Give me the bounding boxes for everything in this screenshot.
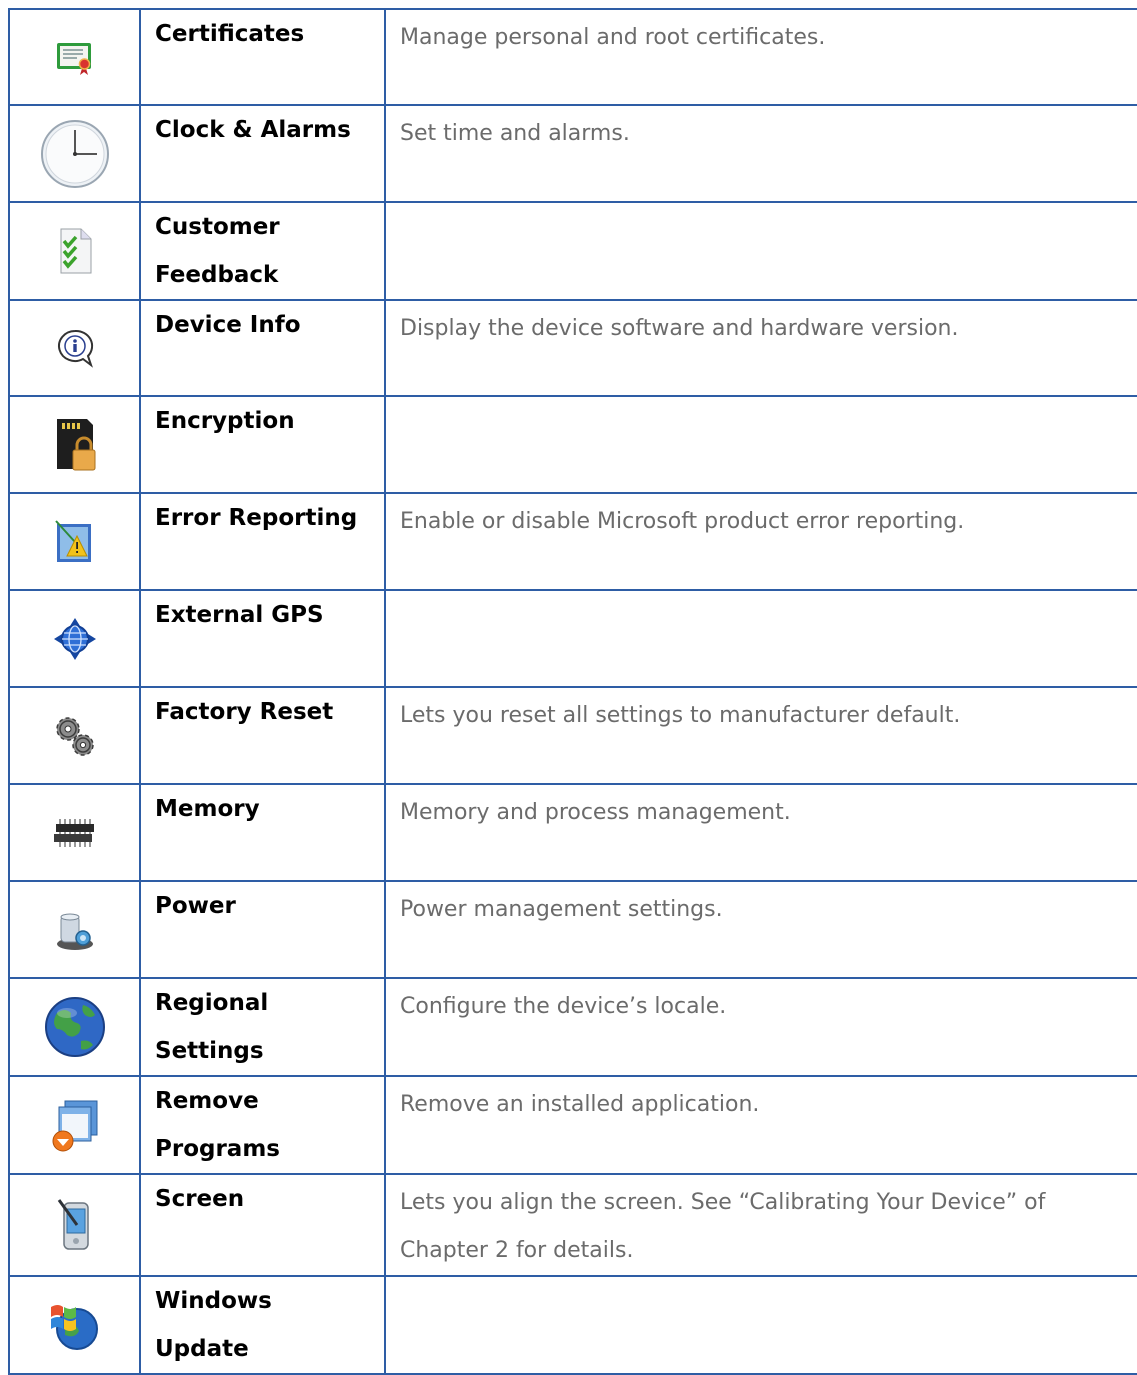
setting-name: External GPS	[155, 602, 324, 628]
setting-name: Encryption	[155, 408, 295, 434]
setting-description: Power management settings.	[400, 897, 723, 922]
table-row: Memory Memory and process management.	[9, 784, 1137, 881]
clock-icon	[40, 119, 109, 188]
table-row: Remove Programs Remove an installed appl…	[9, 1076, 1137, 1174]
gps-globe-icon	[53, 617, 96, 660]
earth-globe-icon	[44, 997, 105, 1057]
setting-description: Lets you reset all settings to manufactu…	[400, 703, 961, 728]
table-row: Power Power management settings.	[9, 881, 1137, 978]
remove-programs-icon	[52, 1100, 97, 1152]
setting-name: Windows Update	[155, 1288, 272, 1362]
certificate-icon	[56, 43, 91, 75]
table-row: Encryption	[9, 396, 1137, 493]
setting-description: Set time and alarms.	[400, 121, 630, 146]
setting-description: Enable or disable Microsoft product erro…	[400, 509, 965, 534]
setting-description: Configure the device’s locale.	[400, 994, 727, 1019]
table-row: Factory Reset Lets you reset all setting…	[9, 687, 1137, 784]
table-row: Customer Feedback	[9, 202, 1137, 300]
setting-name: Regional Settings	[155, 990, 269, 1064]
info-icon	[57, 329, 93, 368]
setting-name: Clock & Alarms	[155, 117, 351, 143]
setting-description: Lets you align the screen. See “Calibrat…	[400, 1190, 1046, 1263]
feedback-checklist-icon	[60, 228, 91, 274]
setting-description: Display the device software and hardware…	[400, 316, 959, 341]
table-row: Device Info Display the device software …	[9, 300, 1137, 396]
table-row: Error Reporting Enable or disable Micros…	[9, 493, 1137, 590]
encryption-card-lock-icon	[56, 418, 95, 470]
memory-chip-icon	[53, 818, 94, 847]
setting-name: Memory	[155, 796, 260, 822]
error-warning-icon	[54, 519, 91, 562]
screen-stylus-icon	[57, 1199, 89, 1250]
table-row: Regional Settings Configure the device’s…	[9, 978, 1137, 1076]
setting-name: Power	[155, 893, 236, 919]
battery-power-icon	[56, 913, 93, 950]
table-row: External GPS	[9, 590, 1137, 687]
setting-name: Screen	[155, 1186, 245, 1212]
setting-name: Customer Feedback	[155, 214, 280, 288]
setting-name: Remove Programs	[155, 1088, 280, 1162]
setting-name: Factory Reset	[155, 699, 334, 725]
settings-table: Certificates Manage personal and root ce…	[8, 8, 1137, 1375]
table-row: Clock & Alarms Set time and alarms.	[9, 105, 1137, 202]
windows-update-icon	[50, 1305, 98, 1350]
setting-name: Error Reporting	[155, 505, 358, 531]
setting-description: Remove an installed application.	[400, 1092, 760, 1117]
setting-name: Certificates	[155, 21, 305, 47]
setting-description: Memory and process management.	[400, 800, 791, 825]
gears-icon	[55, 716, 94, 756]
table-row: Screen Lets you align the screen. See “C…	[9, 1174, 1137, 1276]
setting-description: Manage personal and root certificates.	[400, 25, 826, 50]
setting-name: Device Info	[155, 312, 301, 338]
table-row: Certificates Manage personal and root ce…	[9, 9, 1137, 105]
table-row: Windows Update	[9, 1276, 1137, 1374]
